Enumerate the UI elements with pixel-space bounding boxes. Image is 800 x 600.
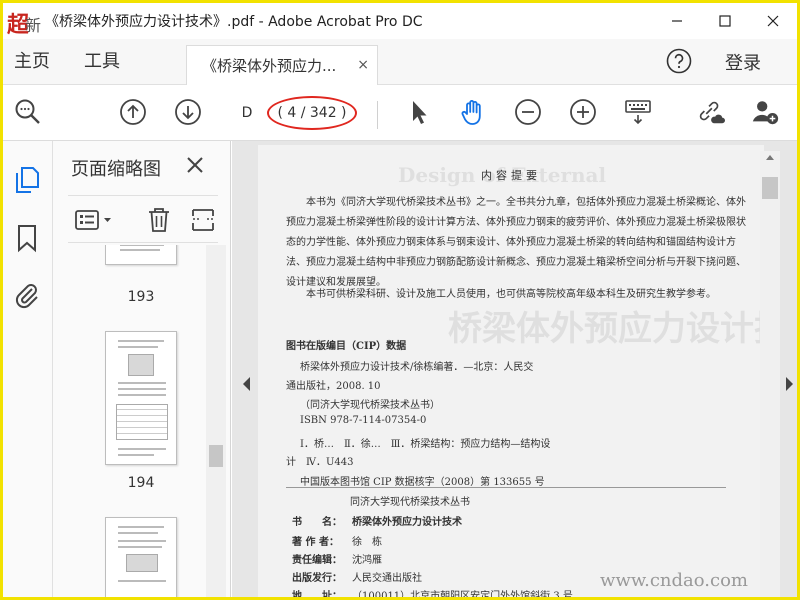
cip-line: 计 Ⅳ．U443 [286, 457, 354, 468]
hand-tool-button[interactable] [458, 97, 488, 127]
page-number-input[interactable]: D [230, 99, 264, 127]
document-view: Design of External 桥梁体外预应力设计技术 内容提要 本书为《… [232, 141, 797, 597]
thumbnail-list: 193 194 [53, 245, 203, 597]
home-tab[interactable]: 主页 [14, 39, 50, 85]
cip-line: 桥梁体外预应力设计技术/徐栋编著．—北京：人民交 [300, 362, 534, 373]
add-person-icon [752, 101, 779, 125]
watermark: www.cndao.com [600, 570, 748, 591]
title-bar: 超新 《桥梁体外预应力设计技术》.pdf - Adobe Acrobat Pro… [3, 3, 797, 39]
page-thumbnails-icon[interactable] [13, 165, 41, 195]
login-button[interactable]: 登录 [725, 39, 761, 85]
minimize-icon [672, 20, 682, 22]
cip-line: ISBN 978-7-114-07354-0 [300, 415, 427, 426]
info-key: 书 名： [292, 517, 342, 528]
info-value: 沈鸿雁 [352, 555, 382, 566]
previous-page-button[interactable] [118, 97, 148, 127]
thumbnail-label: 194 [127, 475, 155, 491]
delete-icon[interactable] [146, 206, 172, 234]
cip-line: 通出版社，2008. 10 [286, 381, 381, 392]
cip-line: 中国版本图书馆 CIP 数据核字（2008）第 133655 号 [300, 477, 545, 488]
tools-tab[interactable]: 工具 [84, 39, 120, 85]
app-logo-icon: 超新 [7, 12, 42, 38]
minimize-button[interactable] [653, 3, 701, 39]
acrobat-window: 超新 《桥梁体外预应力设计技术》.pdf - Adobe Acrobat Pro… [3, 3, 797, 597]
help-icon[interactable] [666, 48, 692, 74]
abstract-paragraph: 本书可供桥梁科研、设计及施工人员使用，也可供高等院校高年级本科生及研究生教学参考… [306, 289, 716, 300]
left-rail [3, 141, 53, 597]
abstract-paragraph: 本书为《同济大学现代桥梁技术丛书》之一。全书共分九章，包括体外预应力混凝土桥梁概… [286, 197, 746, 288]
bookmark-icon[interactable] [13, 223, 41, 253]
abstract-heading: 内容提要 [481, 169, 541, 182]
bleed-through-text: 桥梁体外预应力设计技术 [448, 309, 764, 349]
info-key: 著 作 者： [292, 537, 339, 548]
thumbnail-scrollbar[interactable] [206, 245, 226, 597]
panel-title: 页面缩略图 [71, 159, 161, 180]
page-count: ( 4 / 342 ) [267, 96, 357, 130]
arrow-up-circle-icon [120, 99, 146, 125]
thumbnail-page-193[interactable] [105, 245, 177, 265]
plus-circle-icon [570, 99, 596, 125]
hand-icon [461, 100, 481, 125]
cip-title: 图书在版编目（CIP）数据 [286, 341, 407, 352]
pdf-page: Design of External 桥梁体外预应力设计技术 内容提要 本书为《… [258, 145, 764, 597]
minus-circle-icon [515, 99, 541, 125]
series-name: 同济大学现代桥梁技术丛书 [350, 497, 470, 508]
document-tab[interactable]: 《桥梁体外预应力... × [186, 45, 378, 85]
toolbar-divider [377, 101, 378, 129]
document-tab-label: 《桥梁体外预应力... [202, 57, 337, 75]
info-key: 地 址： [292, 591, 342, 597]
scrollbar-thumb[interactable] [762, 177, 778, 199]
scroll-up-arrow-icon[interactable] [765, 153, 775, 161]
thumbnail-options-icon[interactable] [74, 208, 114, 232]
thumbnail-panel: 页面缩略图 193 194 [53, 141, 231, 597]
divider [286, 487, 726, 488]
keyboard-icon [625, 100, 651, 125]
link-cloud-icon [699, 101, 725, 124]
window-title: 《桥梁体外预应力设计技术》.pdf - Adobe Acrobat Pro DC [45, 14, 423, 30]
document-tab-close-button[interactable]: × [357, 57, 369, 73]
cip-line: Ⅰ．桥… Ⅱ．徐… Ⅲ．桥梁结构：预应力结构—结构设 [300, 439, 551, 450]
arrow-down-circle-icon [175, 99, 201, 125]
page-display-button[interactable] [623, 97, 653, 127]
select-tool-button[interactable] [403, 97, 433, 127]
zoom-in-button[interactable] [568, 97, 598, 127]
toolbar: D ( 4 / 342 ) [3, 85, 797, 141]
tab-row: 主页 工具 《桥梁体外预应力... × 登录 [3, 39, 797, 85]
cursor-arrow-icon [413, 101, 427, 124]
next-page-button[interactable] [173, 97, 203, 127]
info-value: （100011）北京市朝阳区安定门外外馆斜街 3 号 [352, 591, 573, 597]
close-window-button[interactable] [749, 3, 797, 39]
maximize-button[interactable] [701, 3, 749, 39]
info-key: 出版发行： [292, 573, 342, 584]
panel-toolbar [68, 195, 218, 243]
thumbnail-page-194[interactable] [105, 331, 177, 465]
magnifier-icon [15, 99, 40, 124]
info-value: 桥梁体外预应力设计技术 [352, 517, 462, 528]
cip-line: （同济大学现代桥梁技术丛书） [300, 400, 440, 411]
scrollbar-thumb[interactable] [209, 445, 223, 467]
zoom-out-button[interactable] [513, 97, 543, 127]
next-page-arrow-icon[interactable] [784, 375, 796, 393]
info-key: 责任编辑： [292, 555, 342, 566]
share-link-button[interactable] [695, 97, 725, 127]
close-icon [767, 15, 779, 27]
zoom-search-button[interactable] [13, 97, 43, 127]
info-value: 徐 栋 [352, 537, 382, 548]
thumbnail-page-195[interactable] [105, 517, 177, 597]
document-scrollbar[interactable] [760, 151, 780, 597]
close-panel-icon[interactable] [185, 155, 205, 175]
previous-page-arrow-icon[interactable] [240, 375, 252, 393]
attachment-icon[interactable] [13, 279, 41, 309]
insert-page-icon[interactable] [190, 206, 216, 234]
add-user-button[interactable] [750, 97, 780, 127]
maximize-icon [719, 15, 731, 27]
info-value: 人民交通出版社 [352, 573, 422, 584]
thumbnail-label: 193 [127, 289, 155, 305]
